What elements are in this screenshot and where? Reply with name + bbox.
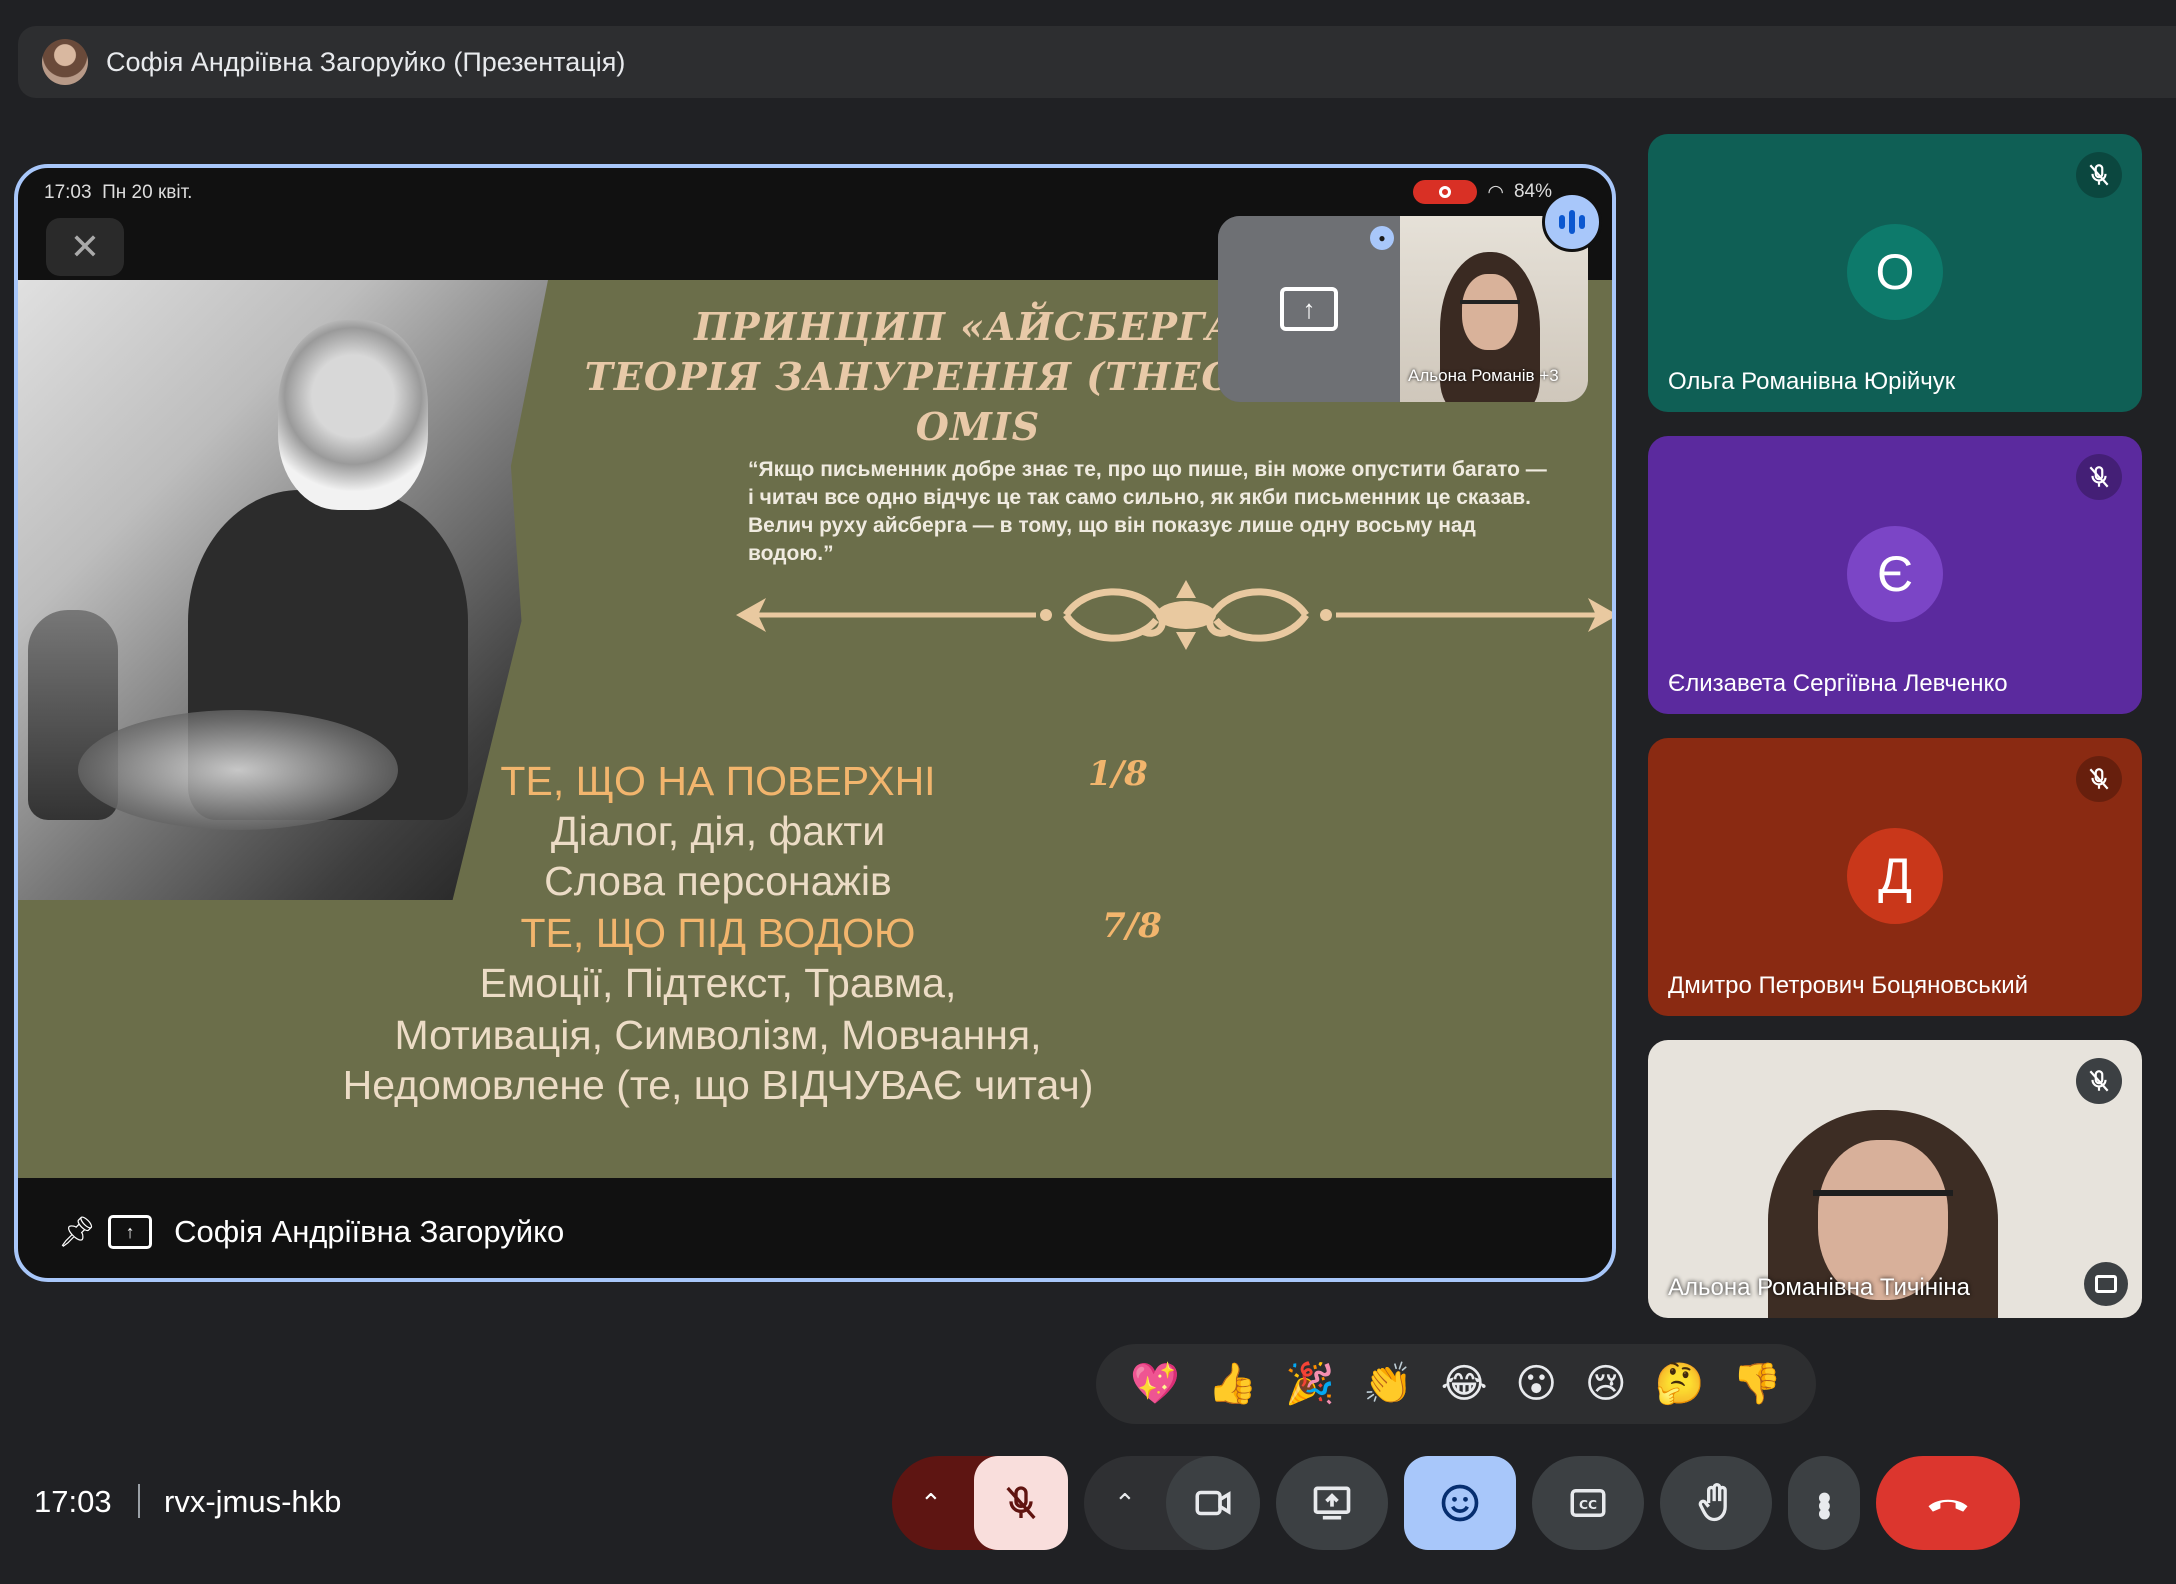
- participant-name: Альона Романівна Тичініна: [1668, 1274, 1970, 1301]
- video-controls: ⌃: [1084, 1456, 1260, 1550]
- present-screen-icon: ↑: [1280, 287, 1338, 331]
- presenting-icon: ↑: [108, 1215, 153, 1249]
- reaction-crying[interactable]: 😢: [1585, 1364, 1627, 1404]
- participant-video-glasses: [1813, 1190, 1953, 1224]
- more-vert-icon: •••: [1802, 1490, 1846, 1515]
- reaction-thinking[interactable]: 🤔: [1654, 1364, 1704, 1404]
- meeting-clock: 17:03: [34, 1484, 112, 1519]
- present-screen-icon: [1313, 1486, 1351, 1520]
- participant-tile[interactable]: О Ольга Романівна Юрійчук: [1648, 134, 2142, 412]
- camera-icon: [1195, 1490, 1231, 1516]
- pip-participant-name: Альона Романів +3: [1408, 366, 1559, 385]
- mic-toggle-button[interactable]: [974, 1456, 1068, 1550]
- under-line-3: Недомовлене (те, що ВІДЧУВАЄ читач): [342, 1062, 1094, 1108]
- captions-icon: CC: [1570, 1489, 1606, 1517]
- participant-name: Ольга Романівна Юрійчук: [1668, 368, 1956, 395]
- present-button[interactable]: [1276, 1456, 1388, 1550]
- video-options-chevron-up-icon[interactable]: ⌃: [1114, 1488, 1136, 1519]
- audio-controls: ⌃: [892, 1456, 1068, 1550]
- emoji-icon: [1441, 1484, 1479, 1522]
- mic-off-icon: [2076, 1058, 2122, 1104]
- participant-name: Дмитро Петрович Боцяновський: [1668, 972, 2029, 999]
- meeting-code[interactable]: rvx-jmus-hkb: [164, 1484, 341, 1520]
- mic-off-icon: [2076, 756, 2122, 802]
- slide-quote: “Якщо письменник добре знає те, про що п…: [748, 458, 1547, 565]
- participant-tile[interactable]: Є Єлизавета Сергіївна Левченко: [1648, 436, 2142, 714]
- surface-heading: ТЕ, ЩО НА ПОВЕРХНІ: [500, 758, 936, 804]
- wifi-icon: ◠: [1487, 181, 1504, 203]
- clock-separator: [138, 1484, 140, 1518]
- presenter-avatar: [42, 39, 88, 85]
- reaction-thumbs-up[interactable]: 👍: [1208, 1364, 1258, 1404]
- hand-icon: [1698, 1483, 1727, 1522]
- audio-options-chevron-up-icon[interactable]: ⌃: [920, 1488, 942, 1519]
- recording-icon: [1413, 180, 1478, 204]
- reaction-thumbs-down[interactable]: 👎: [1732, 1364, 1782, 1404]
- reactions-button[interactable]: [1404, 1456, 1516, 1550]
- more-options-button[interactable]: •••: [1788, 1456, 1860, 1550]
- raise-hand-button[interactable]: [1660, 1456, 1772, 1550]
- mic-off-icon: [2076, 454, 2122, 500]
- slide-content: ПРИНЦИП «АЙСБЕРГА» ТЕОРІЯ ЗАНУРЕННЯ (THE…: [18, 280, 1612, 1178]
- mic-off-icon: [2076, 152, 2122, 198]
- presentation-title: Софія Андріївна Загоруйко (Презентація): [106, 46, 626, 77]
- battery-level: 84%: [1513, 181, 1552, 202]
- presentation-stage[interactable]: 17:03 Пн 20 квіт. ◠ 84% ✕ ПРИНЦИП «АЙСБЕ…: [14, 164, 1616, 1282]
- under-line-2: Мотивація, Символізм, Мовчання,: [394, 1012, 1042, 1058]
- reaction-laughing[interactable]: 😂: [1441, 1364, 1488, 1404]
- ornament-divider: [736, 580, 1612, 650]
- pin-icon[interactable]: 📌︎: [58, 1215, 96, 1250]
- presenter-name: Софія Андріївна Загоруйко: [174, 1214, 565, 1249]
- participant-avatar: О: [1847, 224, 1943, 320]
- surface-fraction: 1/8: [1088, 754, 1148, 794]
- active-speaker-icon: [1542, 192, 1602, 252]
- presentation-title-bar: Софія Андріївна Загоруйко (Презентація): [18, 26, 2176, 98]
- reaction-party-popper[interactable]: 🎉: [1285, 1364, 1335, 1404]
- surface-line-1: Діалог, дія, факти: [550, 808, 886, 854]
- camera-toggle-button[interactable]: [1166, 1456, 1260, 1550]
- participant-avatar: Д: [1847, 828, 1943, 924]
- self-view-pip[interactable]: ↑ ● Альона Романів +3: [1218, 216, 1588, 402]
- participant-tile[interactable]: Д Дмитро Петрович Боцяновський: [1648, 738, 2142, 1016]
- expand-icon[interactable]: [2084, 1262, 2128, 1306]
- close-icon[interactable]: ✕: [46, 218, 124, 276]
- captions-button[interactable]: CC: [1532, 1456, 1644, 1550]
- leave-call-button[interactable]: [1876, 1456, 2020, 1550]
- reaction-sparkling-heart[interactable]: 💖: [1130, 1364, 1180, 1404]
- device-status-right: ◠ 84%: [1413, 180, 1552, 204]
- reaction-clapping[interactable]: 👏: [1363, 1364, 1413, 1404]
- under-fraction: 7/8: [1102, 906, 1162, 946]
- under-heading: ТЕ, ЩО ПІД ВОДОЮ: [520, 910, 916, 956]
- reactions-bar: 💖 👍 🎉 👏 😂 😮 😢 🤔 👎: [1096, 1344, 1816, 1424]
- speaking-indicator-icon: ●: [1370, 226, 1394, 250]
- participant-tile-camera[interactable]: Альона Романівна Тичініна: [1648, 1040, 2142, 1318]
- reaction-surprised[interactable]: 😮: [1515, 1364, 1557, 1404]
- participant-avatar: Є: [1847, 526, 1943, 622]
- stage-footer: 📌︎ ↑ Софія Андріївна Загоруйко: [18, 1178, 1612, 1278]
- under-line-1: Емоції, Підтекст, Травма,: [479, 960, 957, 1006]
- device-status-time: 17:03 Пн 20 квіт.: [44, 182, 193, 203]
- mic-off-icon: [1006, 1486, 1036, 1520]
- participant-name: Єлизавета Сергіївна Левченко: [1668, 670, 2008, 697]
- hang-up-icon: [1928, 1499, 1968, 1512]
- svg-text:CC: CC: [1579, 1498, 1597, 1512]
- surface-line-2: Слова персонажів: [544, 858, 892, 904]
